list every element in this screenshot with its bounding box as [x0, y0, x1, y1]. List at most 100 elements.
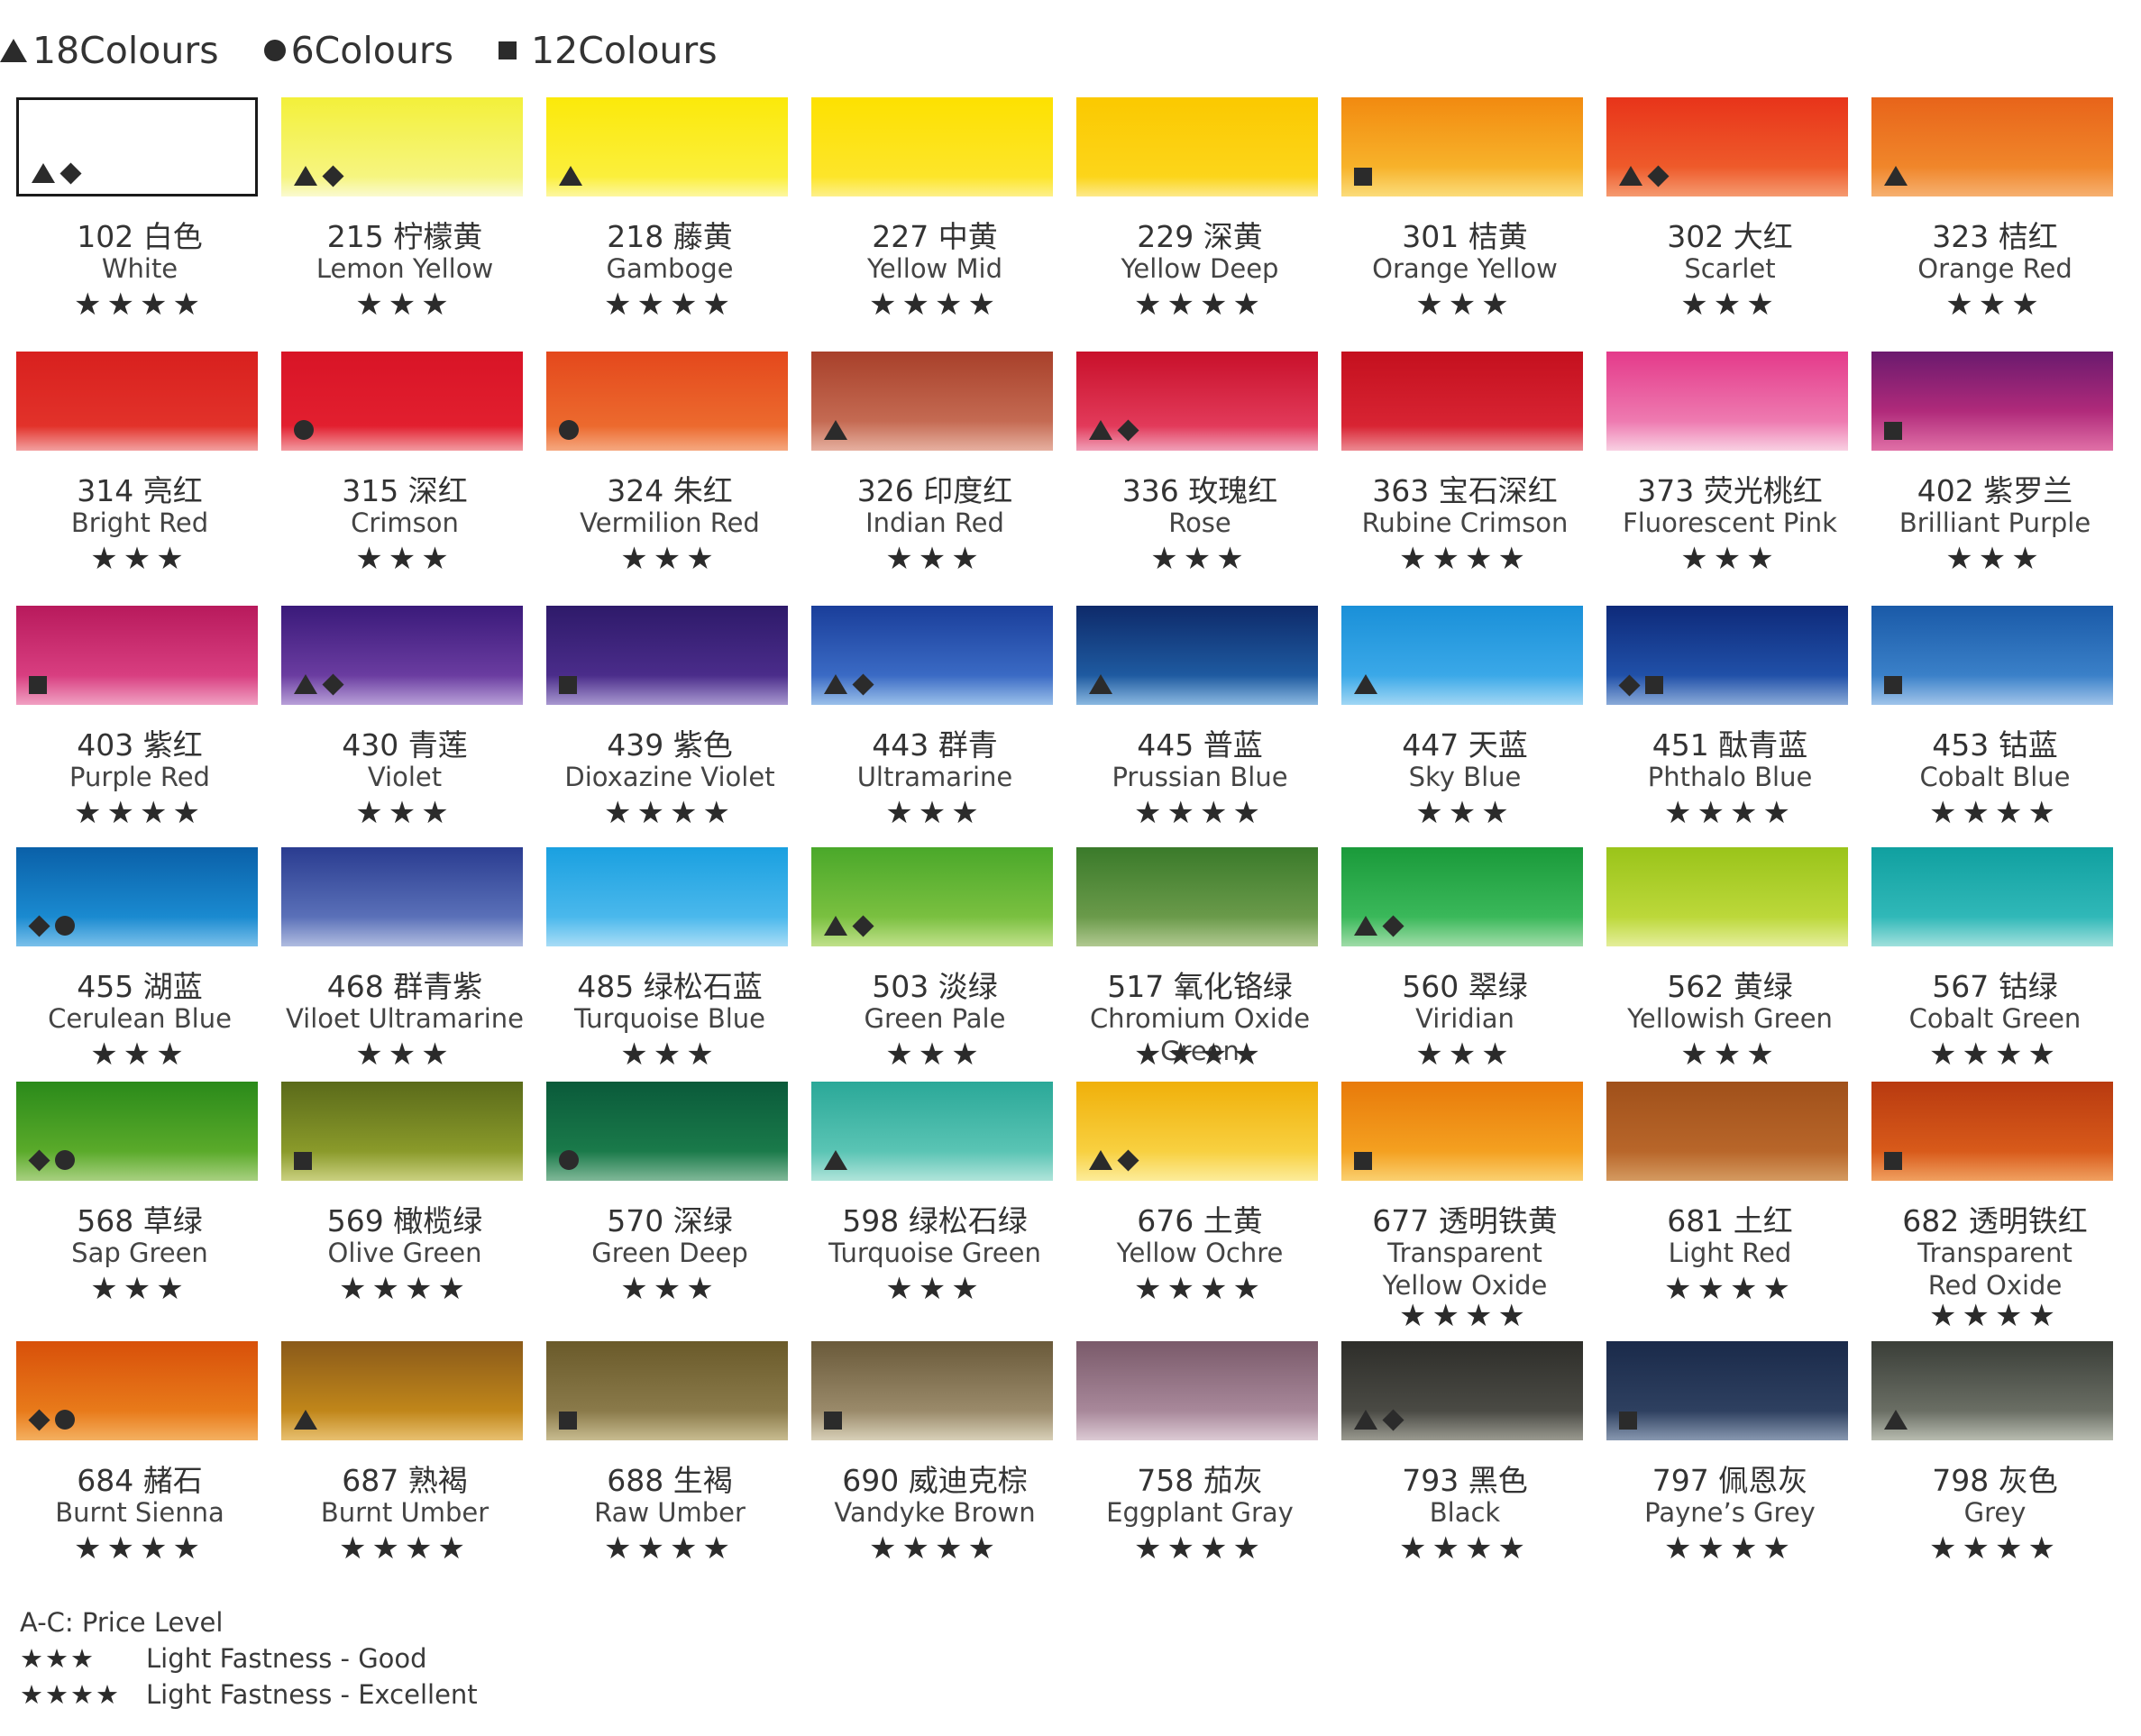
square-icon	[499, 41, 517, 59]
square-icon	[559, 676, 577, 694]
set-marks	[824, 672, 874, 696]
diamond-icon	[852, 914, 874, 937]
color-swatch	[546, 847, 788, 946]
lightfastness-stars: ★★★★	[869, 1530, 1001, 1567]
lightfastness-stars: ★★★★	[74, 287, 206, 323]
set-marks	[824, 1412, 842, 1430]
lightfastness-stars: ★★★	[1415, 1037, 1514, 1073]
lightfastness-stars: ★★★	[885, 1271, 984, 1307]
lightfastness-stars: ★★★★	[1929, 1530, 2061, 1567]
color-swatch	[811, 847, 1053, 946]
lightfastness-stars: ★★★★	[1929, 795, 2061, 831]
square-icon	[1884, 676, 1902, 694]
color-swatch	[281, 847, 523, 946]
set-marks	[559, 676, 577, 694]
lightfastness-stars: ★★★★	[1664, 1271, 1796, 1307]
square-icon	[824, 1412, 842, 1430]
color-name-cn: 568 草绿	[77, 1203, 203, 1238]
color-name-en: Cobalt Green	[1908, 1003, 2082, 1034]
lightfastness-stars: ★★★	[90, 1271, 189, 1307]
lightfastness-stars: ★★★	[1945, 541, 2045, 577]
triangle-icon	[1354, 1410, 1377, 1430]
color-name-cn: 690 威迪克棕	[842, 1463, 1028, 1498]
set-marks	[559, 420, 579, 440]
color-name-en: Grey	[1963, 1497, 2027, 1528]
set-marks	[1089, 418, 1139, 442]
circle-icon	[559, 420, 579, 440]
color-name-en: Prussian Blue	[1112, 762, 1288, 792]
lightfastness-stars: ★★★★	[1134, 287, 1266, 323]
diamond-icon	[1382, 1408, 1404, 1431]
triangle-icon	[1619, 166, 1642, 186]
lightfastness-stars: ★★★	[1945, 287, 2045, 323]
set-marks	[559, 1150, 579, 1170]
lightfastness-stars: ★★★	[90, 541, 189, 577]
color-name-cn: 439 紫色	[607, 727, 733, 763]
color-name-en: Turquoise Blue	[573, 1003, 766, 1034]
lightfastness-stars: ★★★★	[1929, 1037, 2061, 1073]
color-name-cn: 363 宝石深红	[1372, 473, 1558, 508]
color-swatch	[1606, 352, 1848, 451]
set-marks	[824, 1150, 847, 1170]
color-name-en: Raw Umber	[594, 1497, 746, 1528]
color-name-cn: 443 群青	[872, 727, 998, 763]
color-swatch	[1076, 847, 1318, 946]
set-marks	[1354, 1152, 1372, 1170]
color-name-cn: 402 紫罗兰	[1917, 473, 2073, 508]
set-marks	[294, 1152, 312, 1170]
color-name-en: Vermilion Red	[580, 507, 760, 538]
color-swatch	[1341, 97, 1583, 196]
color-name-cn: 798 灰色	[1932, 1463, 2058, 1498]
color-swatch	[281, 352, 523, 451]
color-name-en: Ultramarine	[856, 762, 1013, 792]
set-marks	[1354, 168, 1372, 186]
set-marks	[28, 914, 75, 937]
color-swatch	[1606, 606, 1848, 705]
color-swatch	[1871, 352, 2113, 451]
circle-icon	[263, 40, 286, 61]
color-swatch	[16, 1082, 258, 1181]
color-name-en: Turquoise Green	[828, 1238, 1041, 1268]
square-icon	[294, 1152, 312, 1170]
circle-icon	[559, 1150, 579, 1170]
lightfastness-stars: ★★★★	[1134, 795, 1266, 831]
triangle-icon	[0, 39, 27, 62]
color-name-cn: 681 土红	[1667, 1203, 1793, 1238]
set-marks	[1884, 1152, 1902, 1170]
lightfastness-stars: ★★★	[1415, 287, 1514, 323]
lightfastness-stars: ★★★	[355, 795, 454, 831]
set-marks	[294, 672, 344, 696]
color-name-cn: 227 中黄	[872, 219, 998, 254]
triangle-icon	[1884, 166, 1908, 186]
lightfastness-stars: ★★★	[355, 1037, 454, 1073]
color-name-cn: 682 透明铁红	[1902, 1203, 2088, 1238]
color-name-cn: 517 氧化铬绿	[1107, 969, 1293, 1004]
lightfastness-good-label: Light Fastness - Good	[146, 1643, 427, 1674]
set-marks	[1884, 1410, 1908, 1430]
square-icon	[1645, 676, 1663, 694]
lightfastness-stars: ★★★	[885, 541, 984, 577]
color-name-en: Viloet Ultramarine	[285, 1003, 525, 1034]
price-level-row: A-C: Price Level	[20, 1604, 478, 1640]
color-name-en: Brilliant Purple	[1899, 507, 2091, 538]
lightfastness-stars: ★★★	[1680, 1037, 1780, 1073]
legend-label: 12Colours	[531, 29, 718, 72]
color-name-en: Lemon Yellow	[316, 253, 494, 284]
color-swatch	[546, 1082, 788, 1181]
color-name-cn: 567 钴绿	[1932, 969, 2058, 1004]
color-name-en: White	[101, 253, 178, 284]
color-name-cn: 569 橄榄绿	[326, 1203, 483, 1238]
circle-icon	[55, 916, 75, 936]
color-swatch	[281, 97, 523, 196]
color-name-en: Vandyke Brown	[834, 1497, 1036, 1528]
color-name-cn: 688 生褐	[607, 1463, 733, 1498]
color-swatch	[1076, 1082, 1318, 1181]
color-name-cn: 687 熟褐	[342, 1463, 468, 1498]
color-name-cn: 560 翠绿	[1402, 969, 1528, 1004]
lightfastness-stars: ★★★	[620, 1037, 719, 1073]
color-swatch	[1606, 1341, 1848, 1440]
lightfastness-stars: ★★★	[620, 541, 719, 577]
color-swatch	[546, 1341, 788, 1440]
lightfastness-stars: ★★★★	[1664, 795, 1796, 831]
color-swatch	[16, 352, 258, 451]
